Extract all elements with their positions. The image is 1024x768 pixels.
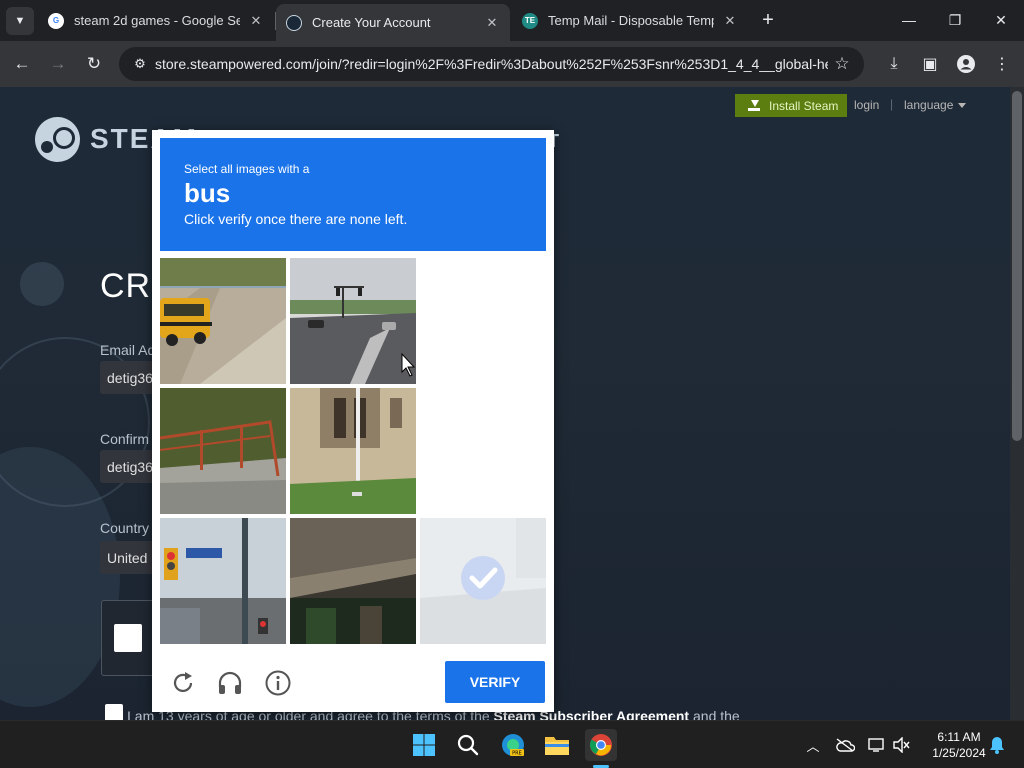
network-icon[interactable] — [866, 735, 888, 755]
country-select[interactable]: United — [100, 541, 160, 574]
tab-title: Create Your Account — [312, 15, 431, 30]
captcha-image-9-selected[interactable] — [420, 518, 546, 644]
bookmark-star-icon[interactable]: ☆ — [828, 54, 856, 74]
url-text[interactable]: store.steampowered.com/join/?redir=login… — [155, 56, 828, 72]
close-tab-icon[interactable]: ✕ — [248, 13, 264, 29]
tab-search-button[interactable]: ▼ — [6, 7, 34, 35]
browser-tabstrip: ▼ G steam 2d games - Google Search ✕ Cre… — [0, 0, 1024, 41]
captcha-prompt: Select all images with a bus Click verif… — [160, 138, 546, 251]
back-button[interactable]: ← — [8, 50, 36, 78]
email-label: Email Ad — [100, 342, 156, 358]
chrome-icon[interactable] — [585, 729, 617, 761]
captcha-image-5[interactable] — [290, 388, 416, 514]
prompt-instruction: Select all images with a — [184, 162, 310, 176]
windows-taskbar: PRE ︿ 6:11 AM 1/25/2024 — [0, 720, 1024, 768]
download-icon — [745, 99, 761, 112]
caret-down-icon — [958, 103, 967, 109]
tab-title: Temp Mail - Disposable Temporary Email — [548, 13, 714, 28]
download-icon[interactable]: ⤓ — [880, 50, 908, 78]
volume-muted-icon[interactable] — [890, 735, 912, 755]
country-label: Country — [100, 520, 150, 536]
browser-toolbar: ← → ↻ ⚙ store.steampowered.com/join/?red… — [0, 41, 1024, 87]
captcha-checkbox[interactable] — [114, 624, 142, 652]
header-separator: | — [890, 97, 894, 111]
captcha-image-4[interactable] — [160, 388, 286, 514]
captcha-image-6[interactable] — [420, 388, 546, 514]
reload-button[interactable]: ↻ — [80, 50, 108, 78]
steam-logo-icon[interactable] — [35, 117, 80, 162]
steam-icon — [286, 14, 302, 31]
file-explorer-icon[interactable] — [541, 729, 573, 761]
prompt-target-word: bus — [184, 178, 231, 208]
audio-challenge-icon[interactable] — [215, 668, 245, 698]
svg-text:PRE: PRE — [512, 751, 522, 757]
chevron-up-icon[interactable]: ︿ — [802, 735, 824, 755]
google-icon: G — [48, 12, 64, 29]
confirm-email-label: Confirm — [100, 431, 150, 447]
prompt-hint: Click verify once there are none left. — [184, 211, 408, 227]
scrollbar-thumb[interactable] — [1012, 91, 1022, 441]
verify-button[interactable]: VERIFY — [445, 661, 545, 703]
address-bar[interactable]: ⚙ store.steampowered.com/join/?redir=log… — [119, 47, 864, 81]
side-panel-icon[interactable]: ▣ — [916, 50, 944, 78]
login-link[interactable]: login — [854, 98, 879, 112]
tab-title: steam 2d games - Google Search — [74, 13, 240, 28]
new-tab-button[interactable]: + — [756, 8, 780, 32]
info-icon[interactable] — [263, 668, 293, 698]
captcha-image-3[interactable] — [420, 258, 546, 384]
notification-bell-icon[interactable] — [986, 735, 1008, 755]
confirm-email-field[interactable]: detig36 — [100, 450, 160, 483]
temp-mail-icon: TE — [522, 12, 538, 29]
install-steam-label: Install Steam — [769, 98, 839, 113]
email-field[interactable]: detig36 — [100, 361, 160, 394]
tab-temp-mail[interactable]: TE Temp Mail - Disposable Temporary Emai… — [512, 4, 748, 37]
restore-button[interactable]: ❐ — [932, 0, 978, 40]
age-agree-checkbox[interactable] — [105, 704, 123, 720]
refresh-challenge-icon[interactable] — [168, 668, 198, 698]
captcha-image-2[interactable] — [290, 258, 416, 384]
close-tab-icon[interactable]: ✕ — [722, 13, 738, 29]
menu-kebab-icon[interactable]: ⋮ — [988, 50, 1016, 78]
captcha-image-8[interactable] — [290, 518, 416, 644]
forward-button[interactable]: → — [44, 50, 72, 78]
captcha-image-7[interactable] — [160, 518, 286, 644]
tab-create-account[interactable]: Create Your Account ✕ — [276, 4, 510, 41]
profile-icon[interactable] — [952, 50, 980, 78]
captcha-image-1[interactable] — [160, 258, 286, 384]
search-icon[interactable] — [452, 729, 484, 761]
tab-google-search[interactable]: G steam 2d games - Google Search ✕ — [38, 4, 274, 37]
site-info-icon[interactable]: ⚙ — [125, 56, 155, 72]
language-label: language — [904, 98, 954, 112]
windows-start-icon[interactable] — [408, 729, 440, 761]
close-tab-icon[interactable]: ✕ — [484, 15, 500, 31]
install-steam-button[interactable]: Install Steam — [735, 94, 848, 117]
edge-icon[interactable]: PRE — [497, 729, 529, 761]
onedrive-icon[interactable] — [834, 735, 856, 755]
language-dropdown[interactable]: language — [904, 98, 967, 112]
minimize-button[interactable]: — — [886, 0, 932, 40]
captcha-challenge-dialog: Select all images with a bus Click verif… — [152, 130, 554, 712]
agree-text-part: and the — [689, 708, 740, 720]
background-artwork — [20, 262, 64, 306]
close-window-button[interactable]: ✕ — [978, 0, 1024, 40]
